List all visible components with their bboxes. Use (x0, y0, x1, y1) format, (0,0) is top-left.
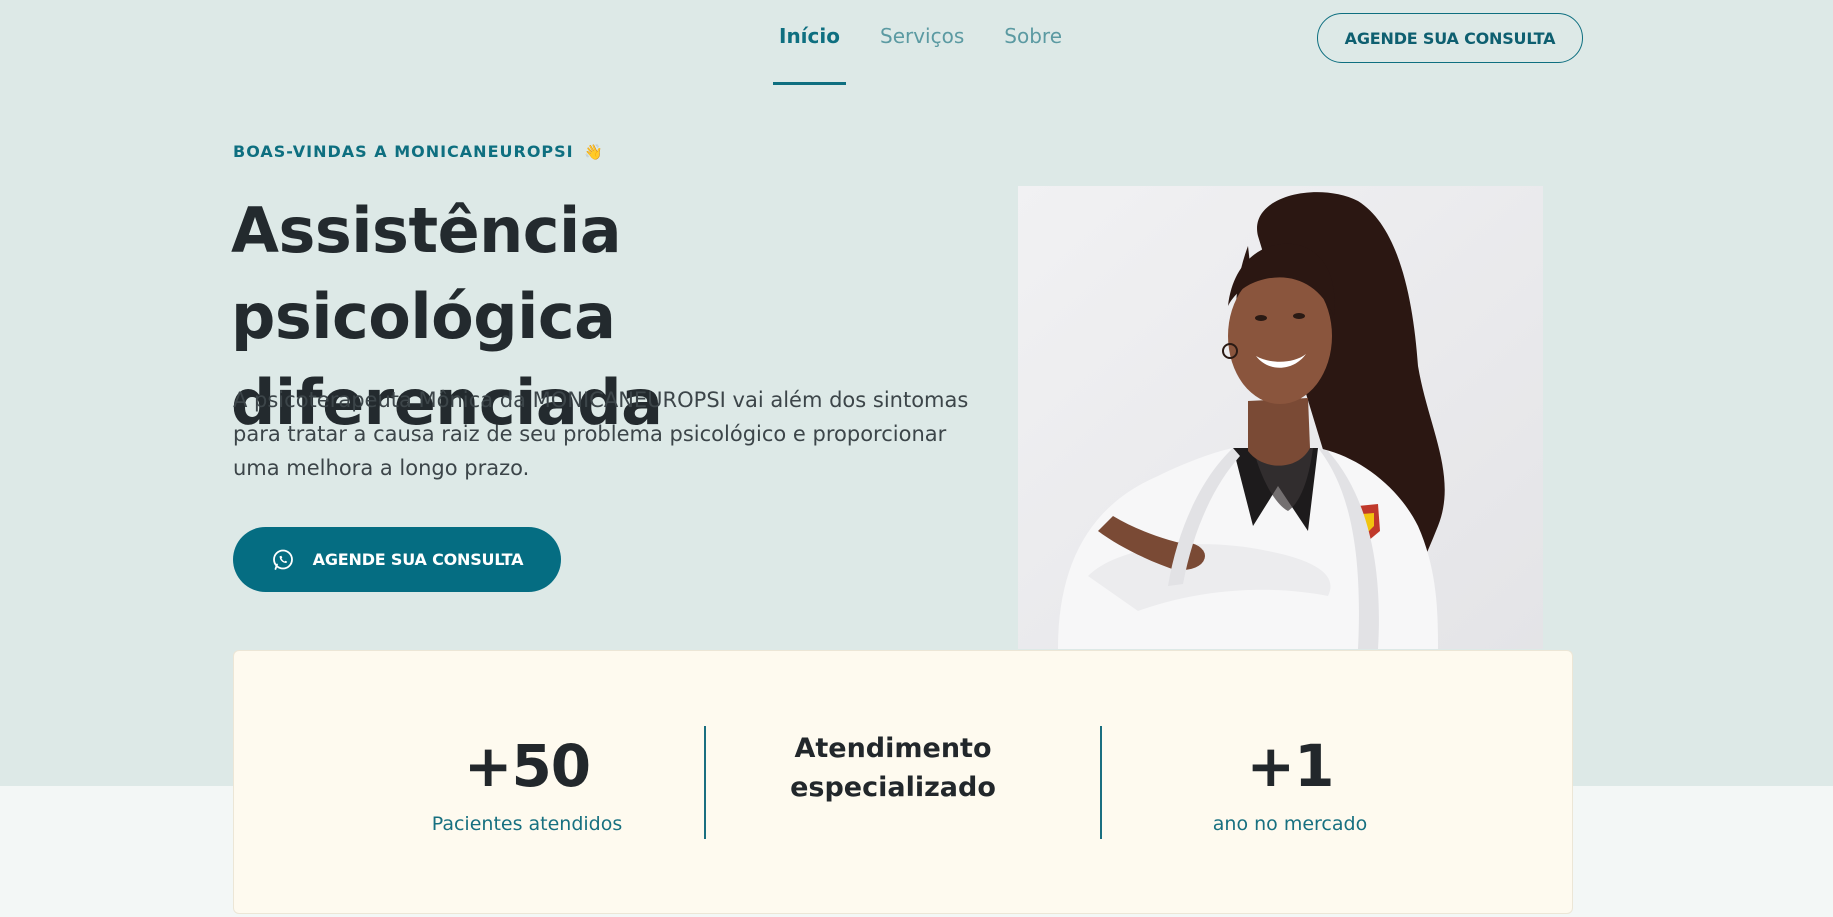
nav-link-label: Início (779, 24, 840, 48)
stat-years-caption: ano no mercado (1212, 813, 1368, 835)
stats-card: +50 Pacientes atendidos Atendimento espe… (233, 650, 1573, 914)
welcome-eyebrow: BOAS-VINDAS A MONICANEUROPSI 👋 (233, 142, 604, 161)
whatsapp-icon (272, 549, 293, 570)
nav-link-label: Serviços (880, 24, 965, 48)
nav-link-sobre[interactable]: Sobre (1004, 24, 1062, 84)
headline-line-1: Assistência psicológica (231, 194, 622, 353)
stat-patients-value: +50 (463, 732, 591, 800)
therapist-portrait-illustration (1018, 186, 1543, 649)
top-navigation: Início Serviços Sobre AGENDE SUA CONSULT… (0, 0, 1833, 90)
stat-years-value: +1 (1246, 732, 1335, 800)
welcome-eyebrow-text: BOAS-VINDAS A MONICANEUROPSI (233, 142, 574, 161)
stat-specialized-line-2: especializado (790, 772, 996, 803)
nav-links: Início Serviços Sobre (773, 24, 1102, 85)
stat-specialized-line-1: Atendimento (794, 733, 992, 764)
therapist-photo (1018, 186, 1543, 649)
stat-patients: +50 Pacientes atendidos (337, 731, 717, 835)
nav-schedule-button[interactable]: AGENDE SUA CONSULTA (1317, 13, 1583, 63)
nav-schedule-label: AGENDE SUA CONSULTA (1344, 28, 1556, 48)
nav-link-label: Sobre (1004, 24, 1062, 48)
stat-patients-caption: Pacientes atendidos (431, 813, 623, 835)
hero-schedule-label: AGENDE SUA CONSULTA (312, 550, 524, 569)
nav-link-servicos[interactable]: Serviços (880, 24, 964, 84)
waving-hand-icon: 👋 (584, 143, 604, 161)
hero-schedule-button[interactable]: AGENDE SUA CONSULTA (233, 527, 561, 592)
hero-description: A psicoterapeuta Mônica da MONICANEUROPS… (233, 388, 969, 480)
active-nav-indicator (773, 82, 846, 85)
nav-link-inicio[interactable]: Início (773, 24, 846, 85)
stat-specialized: Atendimento especializado (703, 729, 1083, 807)
stat-years: +1 ano no mercado (1100, 731, 1480, 835)
